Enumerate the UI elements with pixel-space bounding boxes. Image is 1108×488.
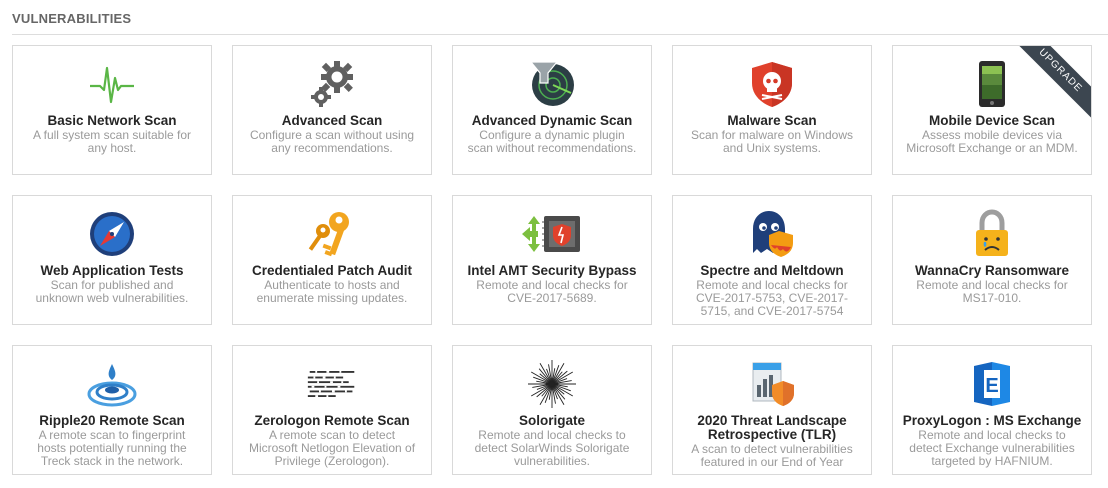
- template-description: Assess mobile devices via Microsoft Exch…: [906, 128, 1078, 155]
- template-credentialed-patch-audit[interactable]: Credentialed Patch Audit Authenticate to…: [232, 195, 432, 325]
- template-description: A scan to detect vulnerabilities feature…: [691, 442, 853, 469]
- keys-icon: [306, 208, 358, 260]
- compass-icon: [86, 208, 138, 260]
- template-title: Solorigate: [518, 413, 585, 428]
- template-ripple20-remote-scan[interactable]: Ripple20 Remote Scan A remote scan to fi…: [12, 345, 212, 475]
- template-title: Web Application Tests: [40, 263, 184, 278]
- template-intel-amt-security-bypass[interactable]: Intel AMT Security Bypass Remote and loc…: [452, 195, 652, 325]
- template-description: Remote and local checks for MS17-010.: [916, 278, 1068, 305]
- template-zerologon-remote-scan[interactable]: Zerologon Remote Scan A remote scan to d…: [232, 345, 432, 475]
- padlock-icon: [966, 208, 1018, 260]
- template-wannacry-ransomware[interactable]: WannaCry Ransomware Remote and local che…: [892, 195, 1092, 325]
- template-title: Intel AMT Security Bypass: [467, 263, 637, 278]
- svg-text:E: E: [985, 375, 998, 397]
- template-description: Authenticate to hosts and enumerate miss…: [256, 278, 408, 305]
- template-title: ProxyLogon : MS Exchange: [902, 413, 1082, 428]
- template-proxylogon-ms-exchange[interactable]: E ProxyLogon : MS Exchange Remote and lo…: [892, 345, 1092, 475]
- template-title: Basic Network Scan: [47, 113, 177, 128]
- template-title: Advanced Dynamic Scan: [471, 113, 633, 128]
- template-solorigate[interactable]: Solorigate Remote and local checks to de…: [452, 345, 652, 475]
- template-description: Remote and local checks to detect Exchan…: [909, 428, 1075, 468]
- template-description: Remote and local checks for CVE-2017-568…: [476, 278, 628, 305]
- template-description: Configure a dynamic plugin scan without …: [467, 128, 637, 155]
- section-divider: [12, 34, 1108, 35]
- mobile-phone-icon: [966, 58, 1018, 110]
- template-mobile-device-scan[interactable]: UPGRADE Mobile Device Scan Assess mobile…: [892, 45, 1092, 175]
- starburst-icon: [526, 358, 578, 410]
- template-description: A remote scan to detect Microsoft Netlog…: [248, 428, 416, 468]
- template-title: Malware Scan: [727, 113, 817, 128]
- scan-template-grid: Basic Network Scan A full system scan su…: [12, 45, 1092, 475]
- template-advanced-dynamic-scan[interactable]: Advanced Dynamic Scan Configure a dynami…: [452, 45, 652, 175]
- template-description: A full system scan suitable for any host…: [32, 128, 192, 155]
- template-title: Spectre and Meltdown: [700, 263, 844, 278]
- template-title: Zerologon Remote Scan: [254, 413, 410, 428]
- binary-text-icon: [306, 358, 358, 410]
- template-advanced-scan[interactable]: Advanced Scan Configure a scan without u…: [232, 45, 432, 175]
- template-basic-network-scan[interactable]: Basic Network Scan A full system scan su…: [12, 45, 212, 175]
- ripple-icon: [86, 358, 138, 410]
- exchange-icon: E: [966, 358, 1018, 410]
- skull-shield-icon: [746, 58, 798, 110]
- template-2020-threat-landscape-retrospective[interactable]: 2020 Threat Landscape Retrospective (TLR…: [672, 345, 872, 475]
- report-shield-icon: [746, 358, 798, 410]
- template-spectre-and-meltdown[interactable]: Spectre and Meltdown Remote and local ch…: [672, 195, 872, 325]
- template-title: Mobile Device Scan: [928, 113, 1056, 128]
- template-description: Scan for published and unknown web vulne…: [35, 278, 189, 305]
- template-description: Configure a scan without using any recom…: [249, 128, 415, 155]
- section-title: VULNERABILITIES: [12, 11, 132, 26]
- template-malware-scan[interactable]: Malware Scan Scan for malware on Windows…: [672, 45, 872, 175]
- gears-icon: [306, 58, 358, 110]
- template-description: Remote and local checks for CVE-2017-575…: [695, 278, 849, 318]
- radar-funnel-icon: [526, 58, 578, 110]
- template-title: WannaCry Ransomware: [914, 263, 1070, 278]
- template-description: Remote and local checks to detect SolarW…: [474, 428, 630, 468]
- template-description: Scan for malware on Windows and Unix sys…: [690, 128, 854, 155]
- template-web-application-tests[interactable]: Web Application Tests Scan for published…: [12, 195, 212, 325]
- template-title: 2020 Threat Landscape Retrospective (TLR…: [697, 413, 847, 442]
- chip-shield-icon: [520, 208, 584, 260]
- template-title: Credentialed Patch Audit: [251, 263, 413, 278]
- pulse-icon: [86, 58, 138, 110]
- template-title: Ripple20 Remote Scan: [39, 413, 185, 428]
- template-description: A remote scan to fingerprint hosts poten…: [37, 428, 187, 468]
- template-title: Advanced Scan: [281, 113, 383, 128]
- ghost-shield-icon: [746, 208, 798, 260]
